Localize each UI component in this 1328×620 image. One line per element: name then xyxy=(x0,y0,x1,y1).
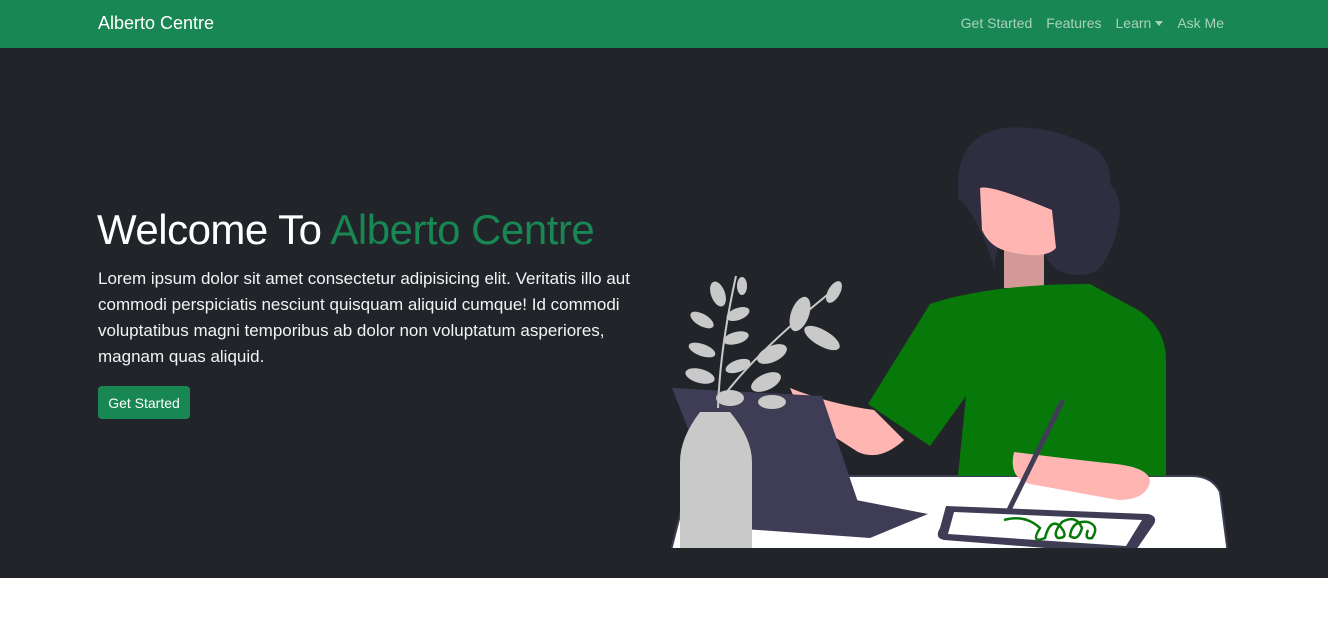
neck xyxy=(1004,248,1044,288)
nav-links: Get Started Features Learn Ask Me xyxy=(961,15,1224,31)
shirt xyxy=(868,284,1166,476)
nav-ask-me-label: Ask Me xyxy=(1177,15,1224,31)
top-navbar: Alberto Centre Get Started Features Lear… xyxy=(0,0,1328,48)
hero-section: Welcome To Alberto Centre Lorem ipsum do… xyxy=(0,48,1328,578)
hero-title: Welcome To Alberto Centre xyxy=(97,206,595,254)
hero-title-accent: Alberto Centre xyxy=(330,206,595,253)
hero-title-prefix: Welcome To xyxy=(97,206,331,253)
get-started-button[interactable]: Get Started xyxy=(98,386,190,419)
nav-features[interactable]: Features xyxy=(1046,15,1101,31)
hero-description: Lorem ipsum dolor sit amet consectetur a… xyxy=(98,269,630,366)
vase xyxy=(680,412,752,548)
nav-get-started[interactable]: Get Started xyxy=(961,15,1033,31)
caret-down-icon xyxy=(1155,20,1164,26)
woman-drawing-on-tablet-illustration xyxy=(670,127,1229,548)
nav-ask-me[interactable]: Ask Me xyxy=(1177,15,1224,31)
nav-learn-dropdown[interactable]: Learn xyxy=(1116,15,1164,31)
nav-get-started-label: Get Started xyxy=(960,15,1033,31)
nav-features-label: Features xyxy=(1046,15,1102,31)
plant-leaves xyxy=(685,277,842,409)
brand-link[interactable]: Alberto Centre xyxy=(98,13,214,34)
nav-learn-label: Learn xyxy=(1115,15,1152,31)
